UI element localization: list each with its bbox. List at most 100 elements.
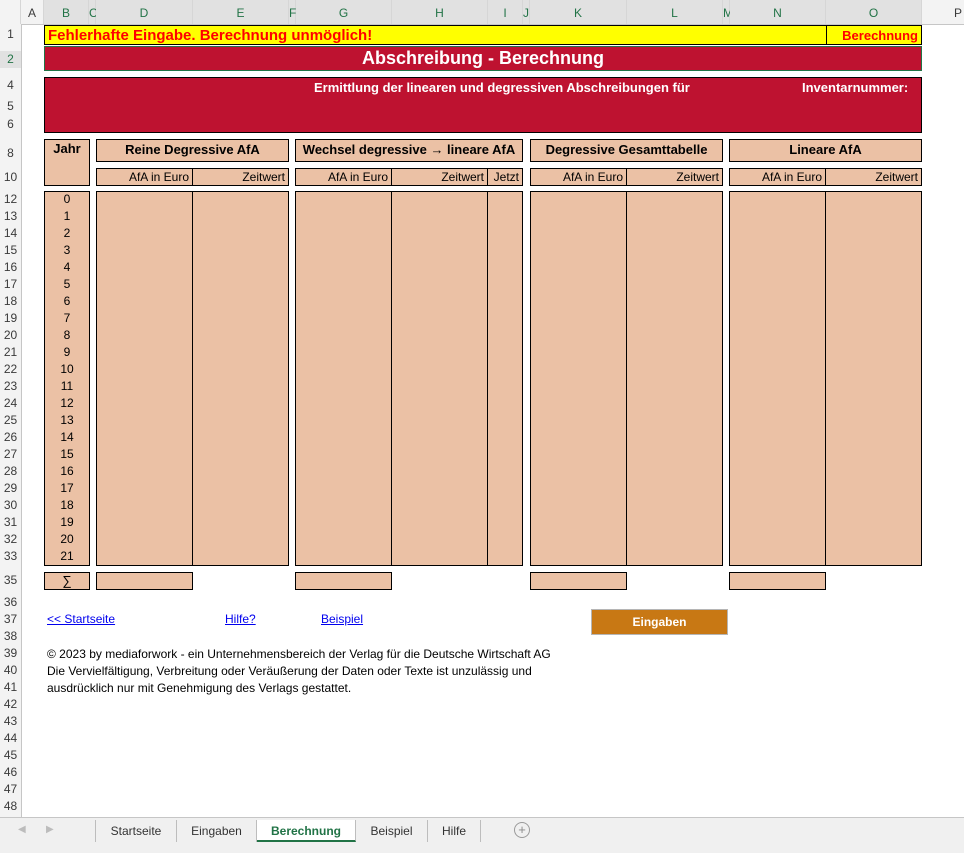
title-bar[interactable]: Abschreibung - Berechnung (44, 46, 922, 71)
data-column-cell[interactable] (487, 191, 523, 566)
data-column-cell[interactable] (825, 191, 922, 566)
row-header[interactable]: 13 (0, 208, 21, 225)
row-header[interactable]: 6 (0, 116, 21, 133)
row-header[interactable]: 33 (0, 548, 21, 565)
tab-beispiel[interactable]: Beispiel (356, 820, 428, 842)
row-header[interactable]: 30 (0, 497, 21, 514)
row-header[interactable]: 26 (0, 429, 21, 446)
column-header-j[interactable]: J (523, 0, 530, 24)
tab-hilfe[interactable]: Hilfe (428, 820, 481, 842)
row-header[interactable]: 10 (0, 169, 21, 186)
error-message: Fehlerhafte Eingabe. Berechnung unmöglic… (48, 27, 373, 44)
row-header[interactable]: 28 (0, 463, 21, 480)
sum-cell[interactable] (530, 572, 627, 590)
column-header-m[interactable]: M (723, 0, 733, 24)
column-header-l[interactable]: L (627, 0, 723, 24)
column-header-h[interactable]: H (392, 0, 488, 24)
row-header[interactable]: 17 (0, 276, 21, 293)
beispiel-link[interactable]: Beispiel (321, 612, 363, 626)
row-header[interactable]: 47 (0, 781, 21, 798)
row-header[interactable]: 39 (0, 645, 21, 662)
scroll-left-icon[interactable]: ◀ (18, 824, 26, 835)
row-header[interactable]: 41 (0, 679, 21, 696)
data-column-cell[interactable] (295, 191, 392, 566)
row-header[interactable]: 43 (0, 713, 21, 730)
column-header-a[interactable]: A (21, 0, 44, 24)
row-header[interactable]: 20 (0, 327, 21, 344)
row-header[interactable]: 45 (0, 747, 21, 764)
column-header-p[interactable]: P (922, 0, 964, 24)
row-header[interactable]: 2 (0, 51, 21, 68)
row-header[interactable]: 48 (0, 798, 21, 815)
row-header[interactable]: 16 (0, 259, 21, 276)
data-column-cell[interactable] (192, 191, 289, 566)
add-sheet-icon[interactable]: + (514, 822, 530, 838)
year-label: 14 (60, 430, 74, 444)
startseite-link[interactable]: << Startseite (47, 612, 115, 626)
row-header[interactable]: 22 (0, 361, 21, 378)
column-header-b[interactable]: B (44, 0, 89, 24)
column-header-o[interactable]: O (826, 0, 922, 24)
column-header-e[interactable]: E (193, 0, 289, 24)
eingaben-button[interactable]: Eingaben (591, 609, 728, 635)
row-header[interactable]: 8 (0, 145, 21, 162)
row-header[interactable]: 18 (0, 293, 21, 310)
tab-berechnung[interactable]: Berechnung (257, 820, 356, 842)
row-header[interactable]: 21 (0, 344, 21, 361)
row-header[interactable]: 46 (0, 764, 21, 781)
subheader-afa: AfA in Euro (530, 168, 627, 186)
row-header[interactable]: 5 (0, 98, 21, 115)
year-label: 17 (60, 481, 74, 495)
row-header[interactable]: 38 (0, 628, 21, 645)
row-header[interactable]: 25 (0, 412, 21, 429)
row-header[interactable]: 44 (0, 730, 21, 747)
tab-startseite[interactable]: Startseite (96, 820, 177, 842)
year-label: 0 (63, 192, 71, 206)
year-label: 19 (60, 515, 74, 529)
column-header-g[interactable]: G (296, 0, 392, 24)
row-header[interactable]: 12 (0, 191, 21, 208)
year-label: 20 (60, 532, 74, 546)
column-header-f[interactable]: F (289, 0, 296, 24)
data-column-cell[interactable] (729, 191, 826, 566)
tab-eingaben[interactable]: Eingaben (177, 820, 257, 842)
column-header-i[interactable]: I (488, 0, 523, 24)
data-column-cell[interactable] (391, 191, 488, 566)
sum-cell[interactable] (295, 572, 392, 590)
row-header[interactable]: 4 (0, 77, 21, 94)
row-header[interactable]: 27 (0, 446, 21, 463)
row-header[interactable]: 24 (0, 395, 21, 412)
column-header-d[interactable]: D (96, 0, 193, 24)
row-header[interactable]: 23 (0, 378, 21, 395)
select-all-corner[interactable] (0, 0, 21, 24)
year-label: 11 (60, 379, 74, 393)
column-header-n[interactable]: N (730, 0, 826, 24)
data-column-cell[interactable] (96, 191, 193, 566)
row-header[interactable]: 1 (0, 26, 21, 43)
row-header[interactable]: 15 (0, 242, 21, 259)
scroll-right-icon[interactable]: ▶ (46, 824, 54, 835)
row-header[interactable]: 14 (0, 225, 21, 242)
group-header-lineare: Lineare AfA (729, 139, 922, 162)
subtitle: Ermittlung der linearen und degressiven … (314, 80, 690, 95)
subheader-zeitwert: Zeitwert (825, 168, 922, 186)
row-header[interactable]: 37 (0, 611, 21, 628)
row-header[interactable]: 29 (0, 480, 21, 497)
row-header[interactable]: 42 (0, 696, 21, 713)
data-column-cell[interactable] (626, 191, 723, 566)
hilfe-link[interactable]: Hilfe? (225, 612, 256, 626)
column-header-c[interactable]: C (89, 0, 98, 24)
sum-cell[interactable] (729, 572, 826, 590)
row-header[interactable]: 40 (0, 662, 21, 679)
row-header[interactable]: 32 (0, 531, 21, 548)
group-header-reine-degressive: Reine Degressive AfA (96, 139, 289, 162)
row-header[interactable]: 36 (0, 594, 21, 611)
data-column-cell[interactable] (530, 191, 627, 566)
sum-cell[interactable] (96, 572, 193, 590)
column-header-k[interactable]: K (530, 0, 627, 24)
row-header[interactable]: 31 (0, 514, 21, 531)
copyright-line: © 2023 by mediaforwork - ein Unternehmen… (47, 647, 551, 661)
row-header[interactable]: 19 (0, 310, 21, 327)
row-header[interactable]: 35 (0, 572, 21, 589)
subheader-jetzt: Jetzt (487, 168, 523, 186)
